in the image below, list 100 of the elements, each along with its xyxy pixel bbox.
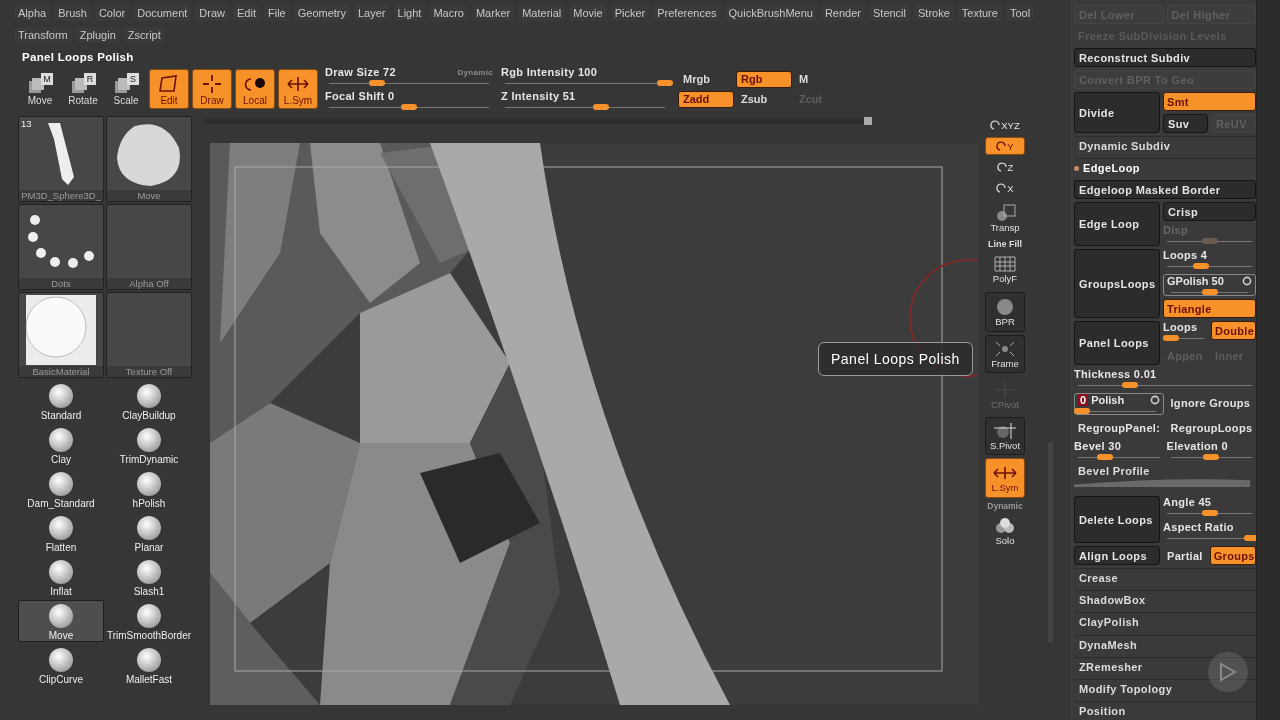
menu-item[interactable]: Zplugin <box>75 27 120 44</box>
panel-button[interactable]: Delete Loops <box>1074 496 1160 544</box>
menu-item[interactable]: Geometry <box>293 4 350 21</box>
shelf-button[interactable]: S.Pivot <box>985 417 1025 455</box>
tool-button[interactable]: M Move <box>20 69 60 109</box>
shelf-button[interactable]: BPR <box>985 292 1025 332</box>
preview-tile[interactable]: Dots <box>18 204 104 290</box>
menu-item[interactable]: Movie <box>569 4 607 21</box>
brush-tile[interactable]: Dam_Standard <box>18 468 104 510</box>
slider-thumb[interactable] <box>1074 408 1090 415</box>
shelf-button[interactable]: Solo <box>985 511 1025 551</box>
menu-item[interactable]: Stencil <box>869 4 910 21</box>
slider[interactable]: Rgb Intensity 100 <box>501 66 669 88</box>
slider-thumb[interactable] <box>1203 454 1220 461</box>
axis-button[interactable]: Y <box>985 137 1025 155</box>
section-header[interactable]: ShadowBox <box>1074 590 1256 610</box>
menu-item[interactable]: Alpha <box>14 4 51 21</box>
section-header[interactable]: ClayPolish <box>1074 612 1256 632</box>
menu-item[interactable]: Stroke <box>914 4 954 21</box>
menu-item[interactable]: Texture <box>957 4 1002 21</box>
toggle-button[interactable]: Triangle <box>1163 299 1256 319</box>
shelf-button[interactable]: L.Sym <box>985 458 1025 498</box>
preview-tile[interactable]: BasicMaterial <box>18 292 104 378</box>
slider[interactable]: Bevel 30 <box>1074 440 1164 463</box>
brush-tile[interactable]: Flatten <box>18 512 104 554</box>
section-header[interactable]: Position <box>1074 700 1256 720</box>
toggle-button[interactable]: Rgb <box>736 70 792 88</box>
slider[interactable]: Z Intensity 51 <box>501 90 669 112</box>
menu-item[interactable]: Color <box>94 4 130 21</box>
brush-tile[interactable]: MalletFast <box>106 644 192 686</box>
toggle-button[interactable]: Zsub <box>736 90 792 108</box>
slider-thumb[interactable] <box>1162 335 1179 342</box>
slider[interactable]: Thickness 0.01 <box>1074 368 1256 391</box>
menu-item[interactable]: Draw <box>195 4 229 21</box>
slider-thumb[interactable] <box>657 80 673 86</box>
shelf-button[interactable]: Transp <box>985 200 1025 236</box>
slider-thumb[interactable] <box>1193 263 1209 270</box>
play-icon[interactable] <box>1208 652 1248 692</box>
slider-thumb[interactable] <box>1096 454 1113 461</box>
brush-tile[interactable]: hPolish <box>106 468 192 510</box>
brush-tile[interactable]: ClipCurve <box>18 644 104 686</box>
slider[interactable]: Elevation 0 <box>1166 440 1256 463</box>
tool-button[interactable]: Draw <box>192 69 232 109</box>
slider-thumb[interactable] <box>401 104 417 110</box>
slider[interactable]: 0 Polish <box>1074 393 1164 416</box>
tool-button[interactable]: S Scale <box>106 69 146 109</box>
slider[interactable]: Loops 4 <box>1163 249 1256 272</box>
menu-item[interactable]: Preferences <box>653 4 721 21</box>
menu-item[interactable]: Transform <box>14 27 72 44</box>
brush-tile[interactable]: Slash1 <box>106 556 192 598</box>
panel-button[interactable]: Align Loops <box>1074 546 1160 566</box>
menu-item[interactable]: Render <box>820 4 865 21</box>
brush-tile[interactable]: TrimDynamic <box>106 424 192 466</box>
toggle-button[interactable]: Smt <box>1163 92 1256 111</box>
toggle-button[interactable]: Zadd <box>678 90 734 108</box>
slider[interactable]: GPolish 50 <box>1163 274 1256 297</box>
toggle-button[interactable]: Ignore Groups <box>1166 393 1256 413</box>
menu-item[interactable]: Marker <box>471 4 515 21</box>
brush-tile[interactable]: TrimSmoothBorder <box>106 600 192 642</box>
panel-button[interactable]: GroupsLoops <box>1074 249 1160 319</box>
preview-tile[interactable]: Move <box>106 116 192 202</box>
preview-tile[interactable]: 13 PM3D_Sphere3D_ <box>18 116 104 202</box>
curve-control[interactable]: Bevel Profile <box>1074 465 1256 488</box>
panel-button[interactable]: Edge Loop <box>1074 202 1160 247</box>
section-header[interactable]: Crease <box>1074 568 1256 588</box>
menu-item[interactable]: Material <box>518 4 566 21</box>
axis-button[interactable]: X <box>985 179 1025 197</box>
tool-button[interactable]: L.Sym <box>278 69 318 109</box>
panel-button[interactable]: Crisp <box>1163 202 1256 222</box>
scroll-bar[interactable] <box>1256 0 1280 720</box>
scroll-bar[interactable] <box>204 118 872 124</box>
brush-tile[interactable]: Clay <box>18 424 104 466</box>
axis-button[interactable]: Z <box>985 158 1025 176</box>
slider-thumb[interactable] <box>1201 510 1218 517</box>
menu-item[interactable]: Layer <box>354 4 390 21</box>
brush-tile[interactable]: Move <box>18 600 104 642</box>
toggle-button[interactable]: Mrgb <box>678 70 734 88</box>
toggle-button[interactable]: Groups <box>1209 546 1256 566</box>
section-header[interactable]: ZRemesher <box>1074 656 1256 676</box>
slider[interactable]: Draw Size 72 Dynamic <box>325 66 493 88</box>
menu-item[interactable]: Macro <box>429 4 468 21</box>
slider-thumb[interactable] <box>593 104 609 110</box>
panel-button[interactable]: Edgeloop Masked Border <box>1074 180 1256 200</box>
brush-tile[interactable]: ClayBuildup <box>106 380 192 422</box>
tool-button[interactable]: Local <box>235 69 275 109</box>
slider[interactable]: Loops <box>1163 321 1208 344</box>
menu-item[interactable]: Brush <box>54 4 91 21</box>
tool-button[interactable]: R Rotate <box>63 69 103 109</box>
brush-tile[interactable]: Inflat <box>18 556 104 598</box>
brush-tile[interactable]: Standard <box>18 380 104 422</box>
menu-item[interactable]: File <box>263 4 290 21</box>
toggle-button[interactable]: RegroupPanel: <box>1074 418 1164 438</box>
panel-button[interactable]: Reconstruct Subdiv <box>1074 48 1256 67</box>
toggle-button[interactable]: RegroupLoops <box>1166 418 1256 438</box>
menu-item[interactable]: Document <box>133 4 192 21</box>
tool-button[interactable]: Edit <box>149 69 189 109</box>
menu-item[interactable]: Picker <box>610 4 650 21</box>
preview-tile[interactable]: Texture Off <box>106 292 192 378</box>
axis-button[interactable]: XYZ <box>985 116 1025 134</box>
slider-thumb[interactable] <box>369 80 385 86</box>
